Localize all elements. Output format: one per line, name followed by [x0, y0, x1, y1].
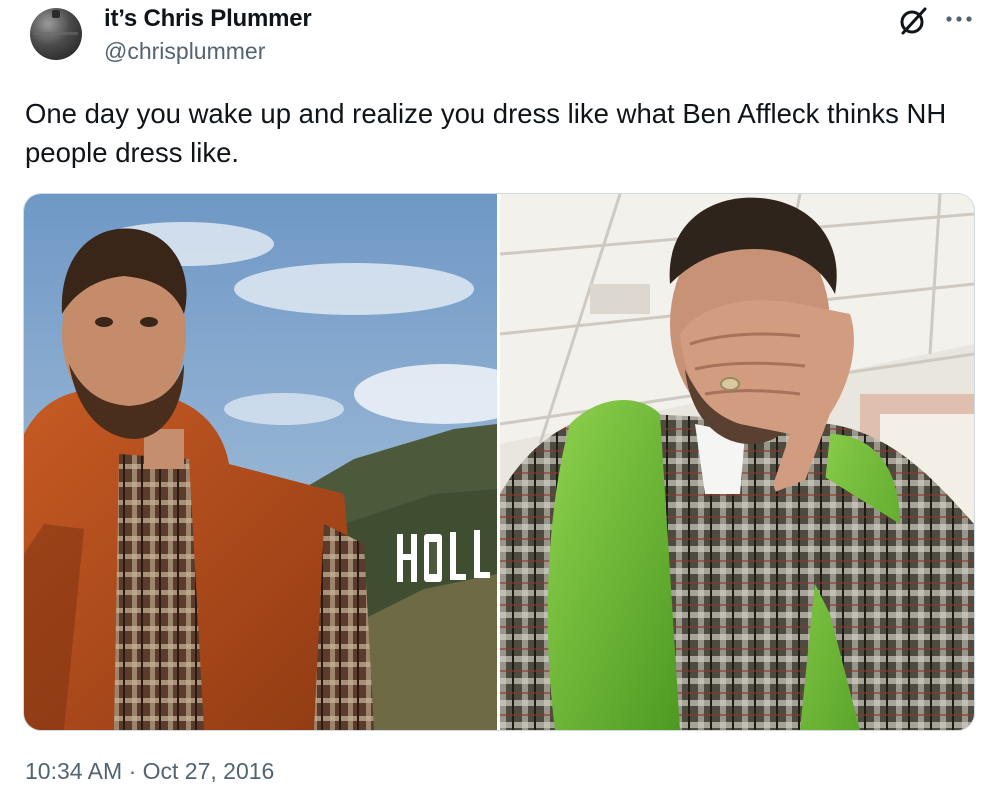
tweet-date[interactable]: Oct 27, 2016 [143, 758, 275, 784]
tweet-media [23, 193, 975, 731]
more-icon[interactable] [944, 8, 974, 30]
author-handle[interactable]: @chrisplummer [104, 38, 265, 65]
media-photo-right[interactable] [500, 194, 974, 730]
avatar[interactable] [30, 8, 82, 60]
tweet-timestamp: 10:34 AM · Oct 27, 2016 [25, 758, 274, 785]
avatar-detail [34, 32, 78, 35]
author-display-name[interactable]: it’s Chris Plummer [104, 5, 312, 33]
timestamp-separator: · [122, 758, 143, 784]
photo-illustration-left [24, 194, 497, 730]
grok-icon[interactable] [896, 4, 930, 38]
tweet-text: One day you wake up and realize you dres… [25, 98, 947, 168]
media-photo-left[interactable] [24, 194, 497, 730]
photo-illustration-right [500, 194, 974, 730]
tweet-time[interactable]: 10:34 AM [25, 758, 122, 784]
avatar-detail [52, 10, 60, 18]
